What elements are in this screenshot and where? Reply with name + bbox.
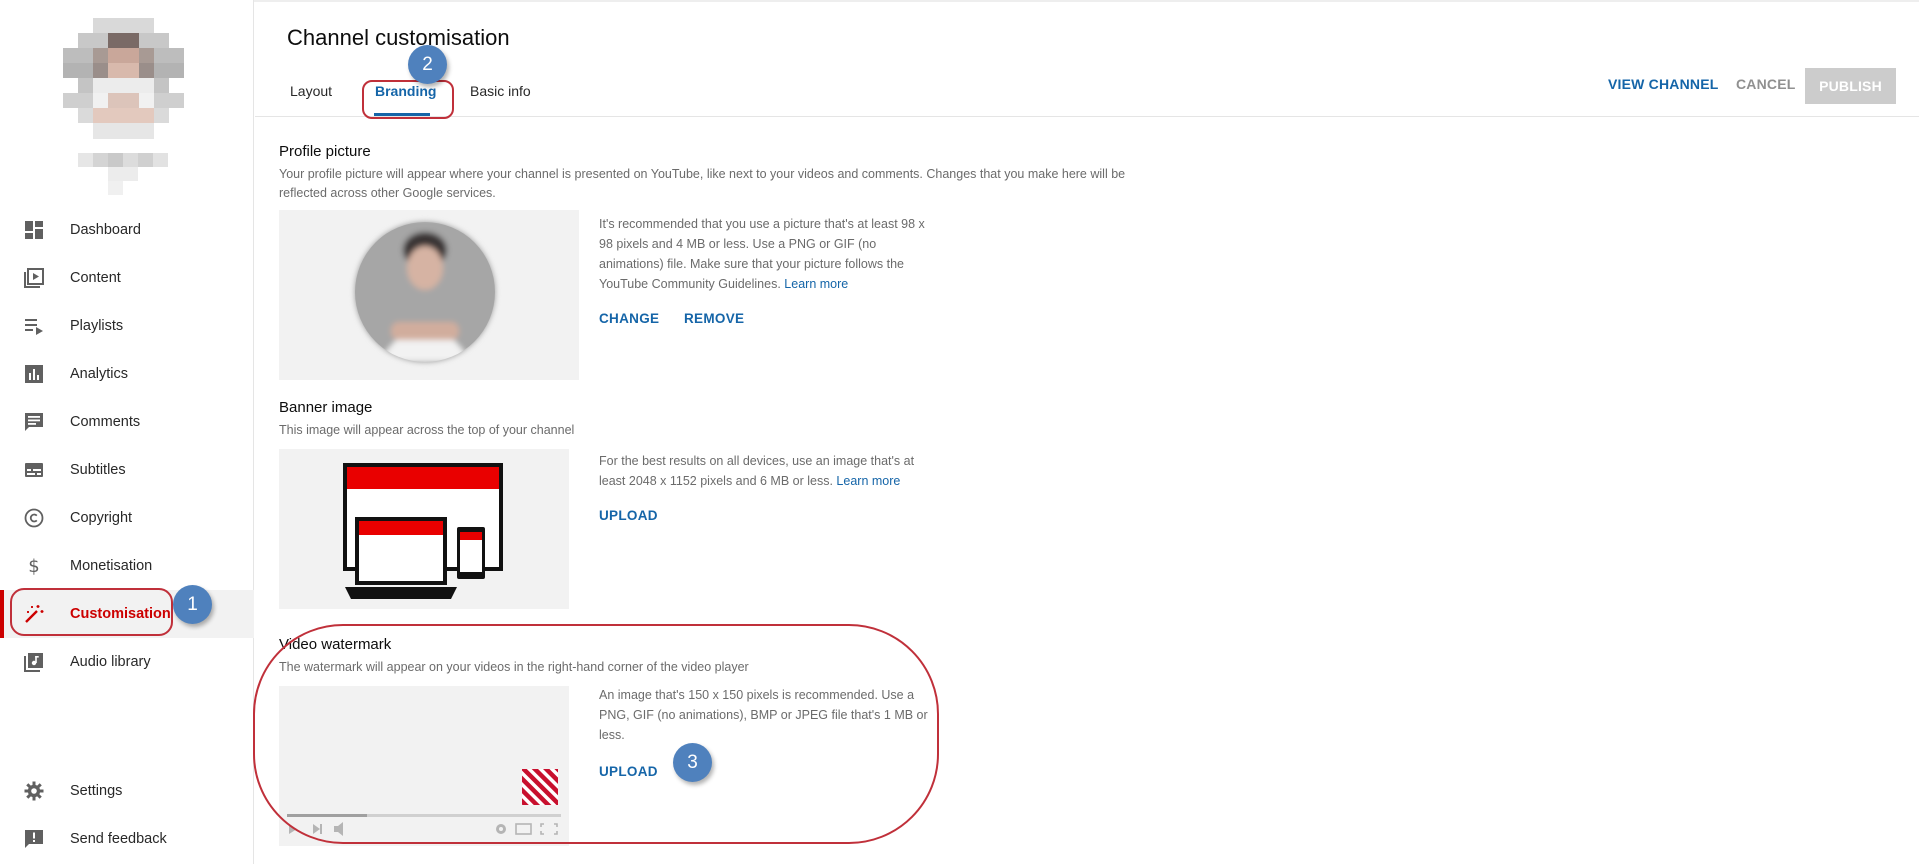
channel-name-pixelated: [78, 153, 168, 195]
annotation-outline-customisation: [10, 588, 173, 636]
publish-button[interactable]: PUBLISH: [1805, 68, 1896, 104]
annotation-badge-1: 1: [173, 585, 212, 624]
sidebar-item-settings[interactable]: Settings: [0, 767, 254, 815]
sidebar-item-label: Playlists: [70, 318, 124, 334]
sidebar-item-send-feedback[interactable]: Send feedback: [0, 815, 254, 863]
subtitles-icon: [23, 459, 45, 481]
sidebar-item-playlists[interactable]: Playlists: [0, 302, 254, 350]
audio-library-icon: [23, 651, 45, 673]
banner-image-description: This image will appear across the top of…: [279, 423, 575, 437]
annotation-outline-video-watermark: [253, 624, 939, 844]
sidebar-item-label: Settings: [70, 783, 123, 799]
banner-image-title: Banner image: [279, 399, 373, 416]
feedback-icon: [23, 828, 45, 850]
sidebar-item-label: Send feedback: [70, 831, 167, 847]
sidebar-item-label: Content: [70, 270, 121, 286]
sidebar-item-label: Subtitles: [70, 462, 126, 478]
view-channel-button[interactable]: VIEW CHANNEL: [1608, 76, 1719, 92]
analytics-icon: [23, 363, 45, 385]
profile-picture-preview: [279, 210, 579, 380]
change-profile-picture-button[interactable]: CHANGE: [599, 311, 659, 326]
remove-profile-picture-button[interactable]: REMOVE: [684, 311, 744, 326]
profile-learn-more-link[interactable]: Learn more: [784, 277, 848, 291]
sidebar-item-label: Dashboard: [70, 222, 141, 238]
cancel-button[interactable]: CANCEL: [1736, 76, 1796, 92]
tab-layout[interactable]: Layout: [290, 83, 332, 99]
banner-image-preview: [279, 449, 569, 609]
banner-image-guidelines: For the best results on all devices, use…: [599, 454, 915, 488]
svg-text:$: $: [28, 556, 39, 576]
sidebar-item-analytics[interactable]: Analytics: [0, 350, 254, 398]
profile-picture-description-line2: reflected across other Google services.: [279, 186, 496, 200]
comments-icon: [23, 411, 45, 433]
annotation-badge-2: 2: [408, 45, 447, 84]
sidebar-item-copyright[interactable]: Copyright: [0, 494, 254, 542]
avatar-pixelated-image: [63, 18, 184, 139]
profile-picture-description-line1: Your profile picture will appear where y…: [279, 167, 1126, 181]
tab-basic-info[interactable]: Basic info: [470, 83, 531, 99]
gear-icon: [23, 780, 45, 802]
sidebar-item-dashboard[interactable]: Dashboard: [0, 206, 254, 254]
content-icon: [23, 267, 45, 289]
profile-picture-title: Profile picture: [279, 143, 371, 160]
sidebar-item-label: Audio library: [70, 654, 151, 670]
upload-banner-button[interactable]: UPLOAD: [599, 508, 658, 523]
sidebar-item-audio-library[interactable]: Audio library: [0, 638, 254, 686]
copyright-icon: [23, 507, 45, 529]
sidebar-item-monetisation[interactable]: $ Monetisation: [0, 542, 254, 590]
sidebar-item-label: Copyright: [70, 510, 133, 526]
playlists-icon: [23, 315, 45, 337]
sidebar-item-comments[interactable]: Comments: [0, 398, 254, 446]
avatar[interactable]: [63, 18, 184, 139]
page-header: Channel customisation Layout Branding Ba…: [255, 0, 1919, 117]
profile-picture-guidelines: It's recommended that you use a picture …: [599, 217, 925, 291]
devices-illustration: [343, 463, 503, 599]
annotation-outline-branding-tab: [362, 80, 454, 119]
sidebar-item-content[interactable]: Content: [0, 254, 254, 302]
sidebar: Dashboard Content Playlists Analytics Co…: [0, 0, 254, 864]
sidebar-item-label: Analytics: [70, 366, 129, 382]
annotation-badge-3: 3: [673, 743, 712, 782]
profile-picture-image: [355, 222, 495, 362]
sidebar-item-label: Monetisation: [70, 558, 153, 574]
page-title: Channel customisation: [287, 25, 510, 50]
monetisation-icon: $: [23, 555, 45, 577]
sidebar-item-label: Comments: [70, 414, 141, 430]
banner-learn-more-link[interactable]: Learn more: [836, 474, 900, 488]
sidebar-item-subtitles[interactable]: Subtitles: [0, 446, 254, 494]
dashboard-icon: [23, 219, 45, 241]
